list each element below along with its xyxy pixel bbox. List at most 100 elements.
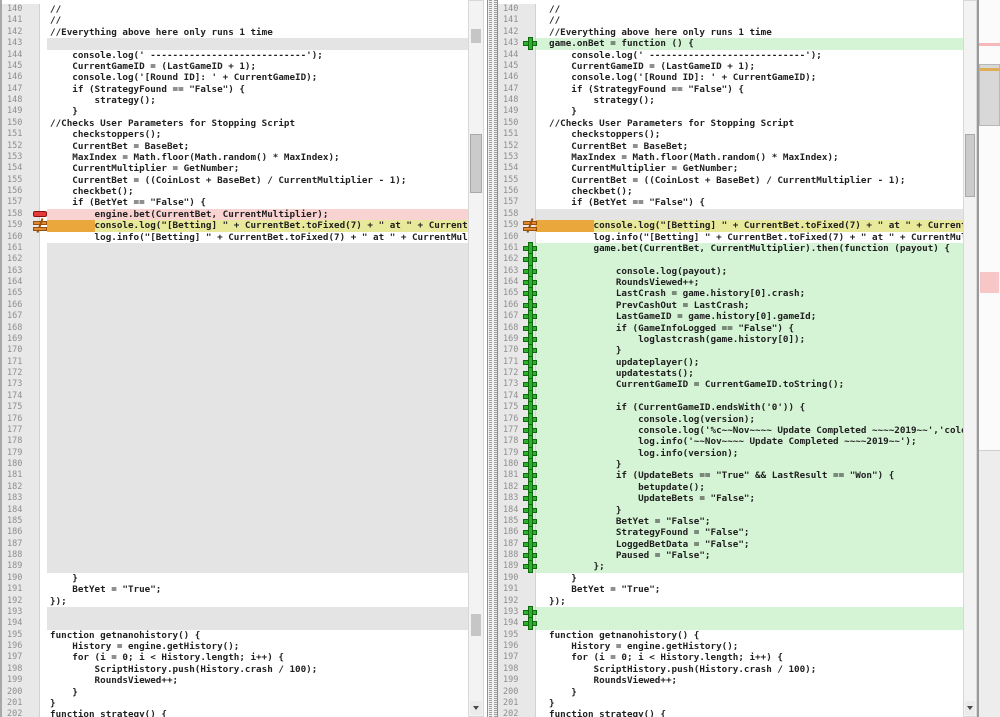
code-line[interactable]: 180 } [498, 459, 963, 470]
code-line[interactable]: 178 [2, 436, 468, 447]
code-line[interactable]: 168 if (GameInfoLogged == "False") { [498, 323, 963, 334]
code-line[interactable]: 181 if (UpdateBets == "True" && LastResu… [498, 470, 963, 481]
code-line[interactable]: 152 CurrentBet = BaseBet; [498, 141, 963, 152]
code-line[interactable]: 148 strategy(); [2, 95, 468, 106]
code-line[interactable]: 152 CurrentBet = BaseBet; [2, 141, 468, 152]
code-line[interactable]: 175 if (CurrentGameID.endsWith('0')) { [498, 402, 963, 413]
code-line[interactable]: 190 } [2, 573, 468, 584]
left-scrollbar-thumb[interactable] [470, 134, 482, 193]
code-line[interactable]: 196 History = engine.getHistory(); [2, 641, 468, 652]
code-line[interactable]: 149 } [2, 106, 468, 117]
code-line[interactable]: 142//Everything above here only runs 1 t… [498, 27, 963, 38]
code-line[interactable]: 176 console.log(version); [498, 414, 963, 425]
left-vertical-scrollbar[interactable] [468, 0, 484, 717]
code-line[interactable]: 192}); [2, 596, 468, 607]
code-line[interactable]: 157 if (BetYet == "False") { [498, 197, 963, 208]
right-vertical-scrollbar[interactable] [963, 0, 977, 717]
code-line[interactable]: 193 [2, 607, 468, 618]
overview-current-view-indicator[interactable] [979, 64, 1000, 126]
code-line[interactable]: 142//Everything above here only runs 1 t… [2, 27, 468, 38]
code-line[interactable]: 167 LastGameID = game.history[0].gameId; [498, 311, 963, 322]
code-line[interactable]: 150//Checks User Parameters for Stopping… [498, 118, 963, 129]
code-line[interactable]: 188 Paused = "False"; [498, 550, 963, 561]
code-line[interactable]: 196 History = engine.getHistory(); [498, 641, 963, 652]
code-line[interactable]: 192}); [498, 596, 963, 607]
code-line[interactable]: 179 log.info(version); [498, 448, 963, 459]
code-line[interactable]: 181 [2, 470, 468, 481]
code-line[interactable]: 178 log.info('~~Nov~~~~ Update Completed… [498, 436, 963, 447]
code-line[interactable]: 151 checkstoppers(); [2, 129, 468, 140]
code-line[interactable]: 153 MaxIndex = Math.floor(Math.random() … [498, 152, 963, 163]
code-line[interactable]: 160 log.info("[Betting] " + CurrentBet.t… [2, 232, 468, 243]
code-line[interactable]: 162 [498, 254, 963, 265]
code-line[interactable]: 186 [2, 527, 468, 538]
code-line[interactable]: 188 [2, 550, 468, 561]
code-line[interactable]: 151 checkstoppers(); [498, 129, 963, 140]
code-line[interactable]: 187 LoggedBetData = "False"; [498, 539, 963, 550]
code-line[interactable]: 171 [2, 357, 468, 368]
code-line[interactable]: 201} [2, 698, 468, 709]
code-line[interactable]: 167 [2, 311, 468, 322]
code-line[interactable]: 161 game.bet(CurrentBet, CurrentMultipli… [498, 243, 963, 254]
code-line[interactable]: 170 [2, 345, 468, 356]
code-line[interactable]: 163 console.log(payout); [498, 266, 963, 277]
code-line[interactable]: 177 console.log('%c~~Nov~~~~ Update Comp… [498, 425, 963, 436]
code-line[interactable]: 165 [2, 288, 468, 299]
code-line[interactable]: 140// [2, 4, 468, 15]
code-line[interactable]: 175 [2, 402, 468, 413]
code-line[interactable]: 193 [498, 607, 963, 618]
code-line[interactable]: 149 } [498, 106, 963, 117]
code-line[interactable]: 184 [2, 505, 468, 516]
code-line[interactable]: 186 StrategyFound = "False"; [498, 527, 963, 538]
pane-splitter[interactable] [487, 0, 498, 717]
code-line[interactable]: 190 } [498, 573, 963, 584]
right-scrollbar-thumb[interactable] [965, 134, 975, 197]
code-line[interactable]: 172 [2, 368, 468, 379]
code-line[interactable]: 172 updatestats(); [498, 368, 963, 379]
code-line[interactable]: 159 console.log("[Betting] " + CurrentBe… [2, 220, 468, 231]
code-line[interactable]: 182 betupdate(); [498, 482, 963, 493]
code-line[interactable]: 200 } [2, 687, 468, 698]
code-line[interactable]: 177 [2, 425, 468, 436]
code-line[interactable]: 184 } [498, 505, 963, 516]
code-line[interactable]: 191 BetYet = "True"; [498, 584, 963, 595]
code-line[interactable]: 170 } [498, 345, 963, 356]
code-line[interactable]: 195function getnanohistory() { [2, 630, 468, 641]
code-line[interactable]: 176 [2, 414, 468, 425]
code-line[interactable]: 179 [2, 448, 468, 459]
code-line[interactable]: 145 CurrentGameID = (LastGameID + 1); [498, 61, 963, 72]
code-line[interactable]: 166 PrevCashOut = LastCrash; [498, 300, 963, 311]
code-line[interactable]: 144 console.log(' ----------------------… [498, 50, 963, 61]
code-line[interactable]: 174 [2, 391, 468, 402]
right-scroll-down-button[interactable] [965, 701, 975, 715]
code-line[interactable]: 154 CurrentMultiplier = GetNumber; [498, 163, 963, 174]
code-line[interactable]: 169 [2, 334, 468, 345]
code-line[interactable]: 158 [498, 209, 963, 220]
code-line[interactable]: 201} [498, 698, 963, 709]
code-line[interactable]: 145 CurrentGameID = (LastGameID + 1); [2, 61, 468, 72]
code-line[interactable]: 148 strategy(); [498, 95, 963, 106]
code-line[interactable]: 183 [2, 493, 468, 504]
code-line[interactable]: 147 if (StrategyFound == "False") { [2, 84, 468, 95]
code-line[interactable]: 173 [2, 379, 468, 390]
code-line[interactable]: 200 } [498, 687, 963, 698]
code-line[interactable]: 183 UpdateBets = "False"; [498, 493, 963, 504]
code-line[interactable]: 156 checkbet(); [498, 186, 963, 197]
code-line[interactable]: 156 checkbet(); [2, 186, 468, 197]
code-line[interactable]: 146 console.log('[Round ID]: ' + Current… [2, 72, 468, 83]
code-line[interactable]: 191 BetYet = "True"; [2, 584, 468, 595]
code-line[interactable]: 197 for (i = 0; i < History.length; i++)… [498, 652, 963, 663]
code-line[interactable]: 185 BetYet = "False"; [498, 516, 963, 527]
diff-overview-bar[interactable] [979, 0, 1000, 717]
code-line[interactable]: 197 for (i = 0; i < History.length; i++)… [2, 652, 468, 663]
code-line[interactable]: 180 [2, 459, 468, 470]
code-line[interactable]: 155 CurrentBet = ((CoinLost + BaseBet) /… [498, 175, 963, 186]
code-line[interactable]: 157 if (BetYet == "False") { [2, 197, 468, 208]
code-line[interactable]: 153 MaxIndex = Math.floor(Math.random() … [2, 152, 468, 163]
left-scroll-down-button[interactable] [470, 701, 482, 715]
code-line[interactable]: 163 [2, 266, 468, 277]
code-line[interactable]: 141// [2, 15, 468, 26]
code-line[interactable]: 168 [2, 323, 468, 334]
code-line[interactable]: 164 [2, 277, 468, 288]
code-line[interactable]: 143game.onBet = function () { [498, 38, 963, 49]
